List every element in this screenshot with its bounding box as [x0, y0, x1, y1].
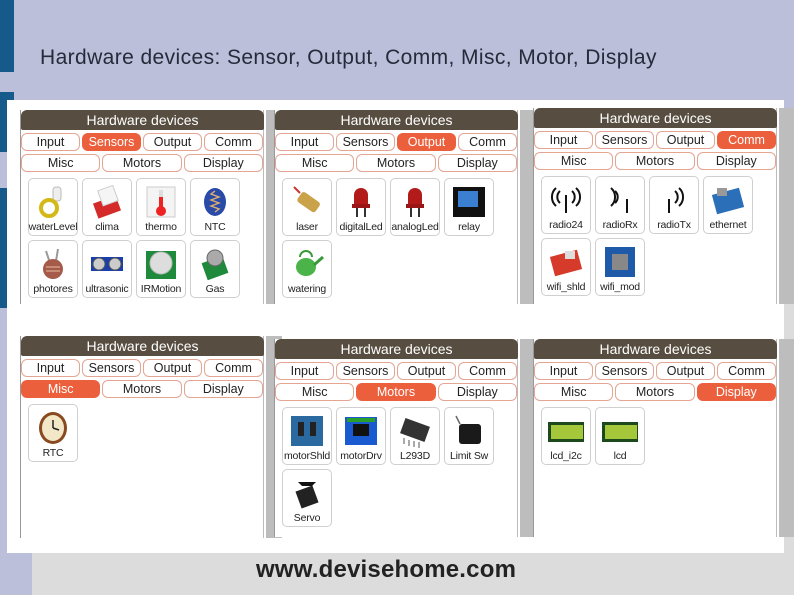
hardware-panel-motors: Hardware devices Input Sensors Output Comm Mi… — [274, 339, 536, 537]
slide-title: Hardware devices: Sensor, Output, Comm, … — [40, 46, 657, 69]
hardware-panel-comm: Hardware devices Input Sensors Output Comm Mi… — [533, 108, 794, 304]
panel-frame — [533, 108, 777, 304]
panel-frame — [20, 110, 264, 304]
panel-header: Hardware devices — [275, 110, 518, 130]
panel-header: Hardware devices — [21, 110, 264, 130]
hardware-panel-output: Hardware devices Input Sensors Output Comm Mi… — [274, 110, 536, 304]
footer-url: www.devisehome.com — [256, 556, 517, 583]
panel-scrollbar[interactable] — [779, 339, 794, 537]
panel-header: Hardware devices — [534, 339, 777, 359]
panel-frame — [274, 110, 518, 304]
panel-header: Hardware devices — [534, 108, 777, 128]
hardware-panel-display: Hardware devices Input Sensors Output Comm Mi… — [533, 339, 794, 537]
slide-accent-bar — [0, 0, 14, 72]
hardware-panel-misc: Hardware devices Input Sensors Output Comm Mi… — [20, 336, 282, 538]
panel-scrollbar[interactable] — [779, 108, 794, 304]
panel-frame — [20, 336, 264, 538]
panel-header: Hardware devices — [275, 339, 518, 359]
panel-frame — [274, 339, 518, 537]
panel-frame — [533, 339, 777, 537]
hardware-panel-sensors: Hardware devices Input Sensors Output Comm Mi… — [20, 110, 282, 304]
panel-header: Hardware devices — [21, 336, 264, 356]
